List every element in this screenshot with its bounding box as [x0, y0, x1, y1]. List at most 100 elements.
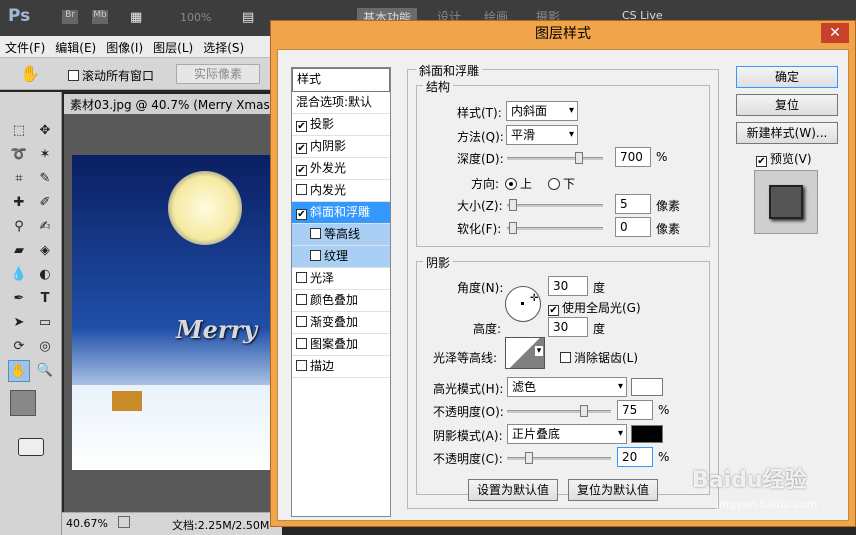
eraser-icon[interactable]: ▰	[8, 240, 30, 262]
direction-up-option[interactable]: 上	[505, 175, 532, 192]
highlight-mode-select[interactable]: 滤色 ▾	[507, 377, 627, 397]
style-item[interactable]: 内发光	[292, 180, 390, 202]
shape-tool-icon[interactable]: ▭	[34, 312, 56, 334]
zoom-tool-icon[interactable]: 🔍	[34, 360, 56, 382]
style-item[interactable]: 等高线	[292, 224, 390, 246]
status-menu-icon[interactable]	[118, 516, 130, 528]
blend-options-item[interactable]: 混合选项:默认	[292, 92, 390, 114]
screen-mode-icon[interactable]: ▦	[130, 10, 142, 25]
soften-slider-thumb[interactable]	[509, 222, 517, 234]
brush-tool-icon[interactable]: ✐	[34, 192, 56, 214]
lasso-tool-icon[interactable]: ➰	[8, 144, 30, 166]
menu-image[interactable]: 图像(I)	[101, 36, 148, 59]
marquee-tool-icon[interactable]: ⬚	[8, 120, 30, 142]
style-item[interactable]: 描边	[292, 356, 390, 378]
size-slider-thumb[interactable]	[509, 199, 517, 211]
3d-rotate-icon[interactable]: ⟳	[8, 336, 30, 358]
global-light-option[interactable]: ✔ 使用全局光(G)	[548, 299, 641, 316]
style-item-checkbox[interactable]: ✔	[296, 143, 307, 154]
preview-option[interactable]: ✔ 预览(V)	[756, 150, 812, 167]
foreground-color-swatch[interactable]	[10, 390, 36, 416]
reset-button[interactable]: 复位	[736, 94, 838, 116]
new-style-button[interactable]: 新建样式(W)...	[736, 122, 838, 144]
style-item-checkbox[interactable]	[296, 360, 307, 371]
history-brush-icon[interactable]: ✍	[34, 216, 56, 238]
style-item[interactable]: ✔ 外发光	[292, 158, 390, 180]
style-item[interactable]: ✔ 内阴影	[292, 136, 390, 158]
reset-default-button[interactable]: 复位为默认值	[568, 479, 658, 501]
scroll-all-checkbox[interactable]	[68, 70, 79, 81]
magic-wand-icon[interactable]: ✶	[34, 144, 56, 166]
ok-button[interactable]: 确定	[736, 66, 838, 88]
anti-alias-checkbox[interactable]	[560, 352, 571, 363]
dodge-tool-icon[interactable]: ◐	[34, 264, 56, 286]
make-default-button[interactable]: 设置为默认值	[468, 479, 558, 501]
chevron-down-icon[interactable]: ▾	[535, 346, 543, 356]
actual-pixels-button[interactable]: 实际像素	[176, 64, 260, 84]
shadow-opacity-input[interactable]: 20	[617, 447, 653, 467]
document-tab[interactable]: 素材03.jpg @ 40.7% (Merry Xmas, RG	[64, 94, 284, 114]
shadow-color-swatch[interactable]	[631, 425, 663, 443]
type-tool-icon[interactable]: T	[34, 288, 56, 310]
status-zoom[interactable]: 40.67%	[66, 517, 108, 530]
path-select-icon[interactable]: ➤	[8, 312, 30, 334]
highlight-opacity-input[interactable]: 75	[617, 400, 653, 420]
highlight-opacity-thumb[interactable]	[580, 405, 588, 417]
menu-edit[interactable]: 编辑(E)	[50, 36, 101, 59]
bridge-icon[interactable]: Br	[62, 10, 78, 24]
hand-tool-active-icon[interactable]: ✋	[8, 360, 30, 382]
preview-checkbox[interactable]: ✔	[756, 156, 767, 167]
direction-down-option[interactable]: 下	[548, 175, 575, 192]
menu-select[interactable]: 选择(S)	[198, 36, 249, 59]
document-canvas[interactable]: Merry	[72, 155, 272, 470]
angle-dial[interactable]: ✛	[505, 286, 541, 322]
menu-file[interactable]: 文件(F)	[0, 36, 50, 59]
style-item-checkbox[interactable]	[310, 250, 321, 261]
menu-layer[interactable]: 图层(L)	[148, 36, 198, 59]
size-slider[interactable]	[507, 199, 603, 211]
style-item-checkbox[interactable]	[310, 228, 321, 239]
healing-brush-icon[interactable]: ✚	[8, 192, 30, 214]
shadow-opacity-slider[interactable]	[507, 452, 611, 464]
direction-down-radio[interactable]	[548, 178, 560, 190]
soften-slider[interactable]	[507, 222, 603, 234]
eyedropper-icon[interactable]: ✎	[34, 168, 56, 190]
technique-select[interactable]: 平滑 ▾	[506, 125, 578, 145]
clone-stamp-icon[interactable]: ⚲	[8, 216, 30, 238]
arrange-icon[interactable]: ▤	[242, 10, 254, 25]
style-item[interactable]: ✔ 斜面和浮雕	[292, 202, 390, 224]
style-item-checkbox[interactable]: ✔	[296, 121, 307, 132]
styles-header[interactable]: 样式	[292, 68, 390, 92]
style-item[interactable]: 纹理	[292, 246, 390, 268]
style-item-checkbox[interactable]	[296, 294, 307, 305]
scroll-all-windows-option[interactable]: 滚动所有窗口	[68, 67, 154, 84]
quick-mask-icon[interactable]	[18, 438, 44, 456]
crop-tool-icon[interactable]: ⌗	[8, 168, 30, 190]
angle-input[interactable]: 30	[548, 276, 588, 296]
close-button[interactable]: ✕	[821, 23, 849, 43]
style-item-checkbox[interactable]: ✔	[296, 165, 307, 176]
style-item-checkbox[interactable]	[296, 184, 307, 195]
global-light-checkbox[interactable]: ✔	[548, 305, 559, 316]
direction-up-radio[interactable]	[505, 178, 517, 190]
depth-input[interactable]: 700	[615, 147, 651, 167]
style-item-checkbox[interactable]	[296, 272, 307, 283]
style-select[interactable]: 内斜面 ▾	[506, 101, 578, 121]
style-item[interactable]: ✔ 投影	[292, 114, 390, 136]
size-input[interactable]: 5	[615, 194, 651, 214]
depth-slider-thumb[interactable]	[575, 152, 583, 164]
pen-tool-icon[interactable]: ✒	[8, 288, 30, 310]
altitude-input[interactable]: 30	[548, 317, 588, 337]
hand-tool-icon[interactable]: ✋	[20, 64, 40, 83]
depth-slider[interactable]	[507, 152, 603, 164]
anti-alias-option[interactable]: 消除锯齿(L)	[560, 349, 638, 366]
style-item[interactable]: 渐变叠加	[292, 312, 390, 334]
gloss-contour-picker[interactable]: ▾	[505, 337, 545, 369]
blur-tool-icon[interactable]: 💧	[8, 264, 30, 286]
mini-bridge-icon[interactable]: Mb	[92, 10, 108, 24]
style-item[interactable]: 颜色叠加	[292, 290, 390, 312]
style-item-checkbox[interactable]: ✔	[296, 209, 307, 220]
soften-input[interactable]: 0	[615, 217, 651, 237]
highlight-opacity-slider[interactable]	[507, 405, 611, 417]
paint-bucket-icon[interactable]: ◈	[34, 240, 56, 262]
